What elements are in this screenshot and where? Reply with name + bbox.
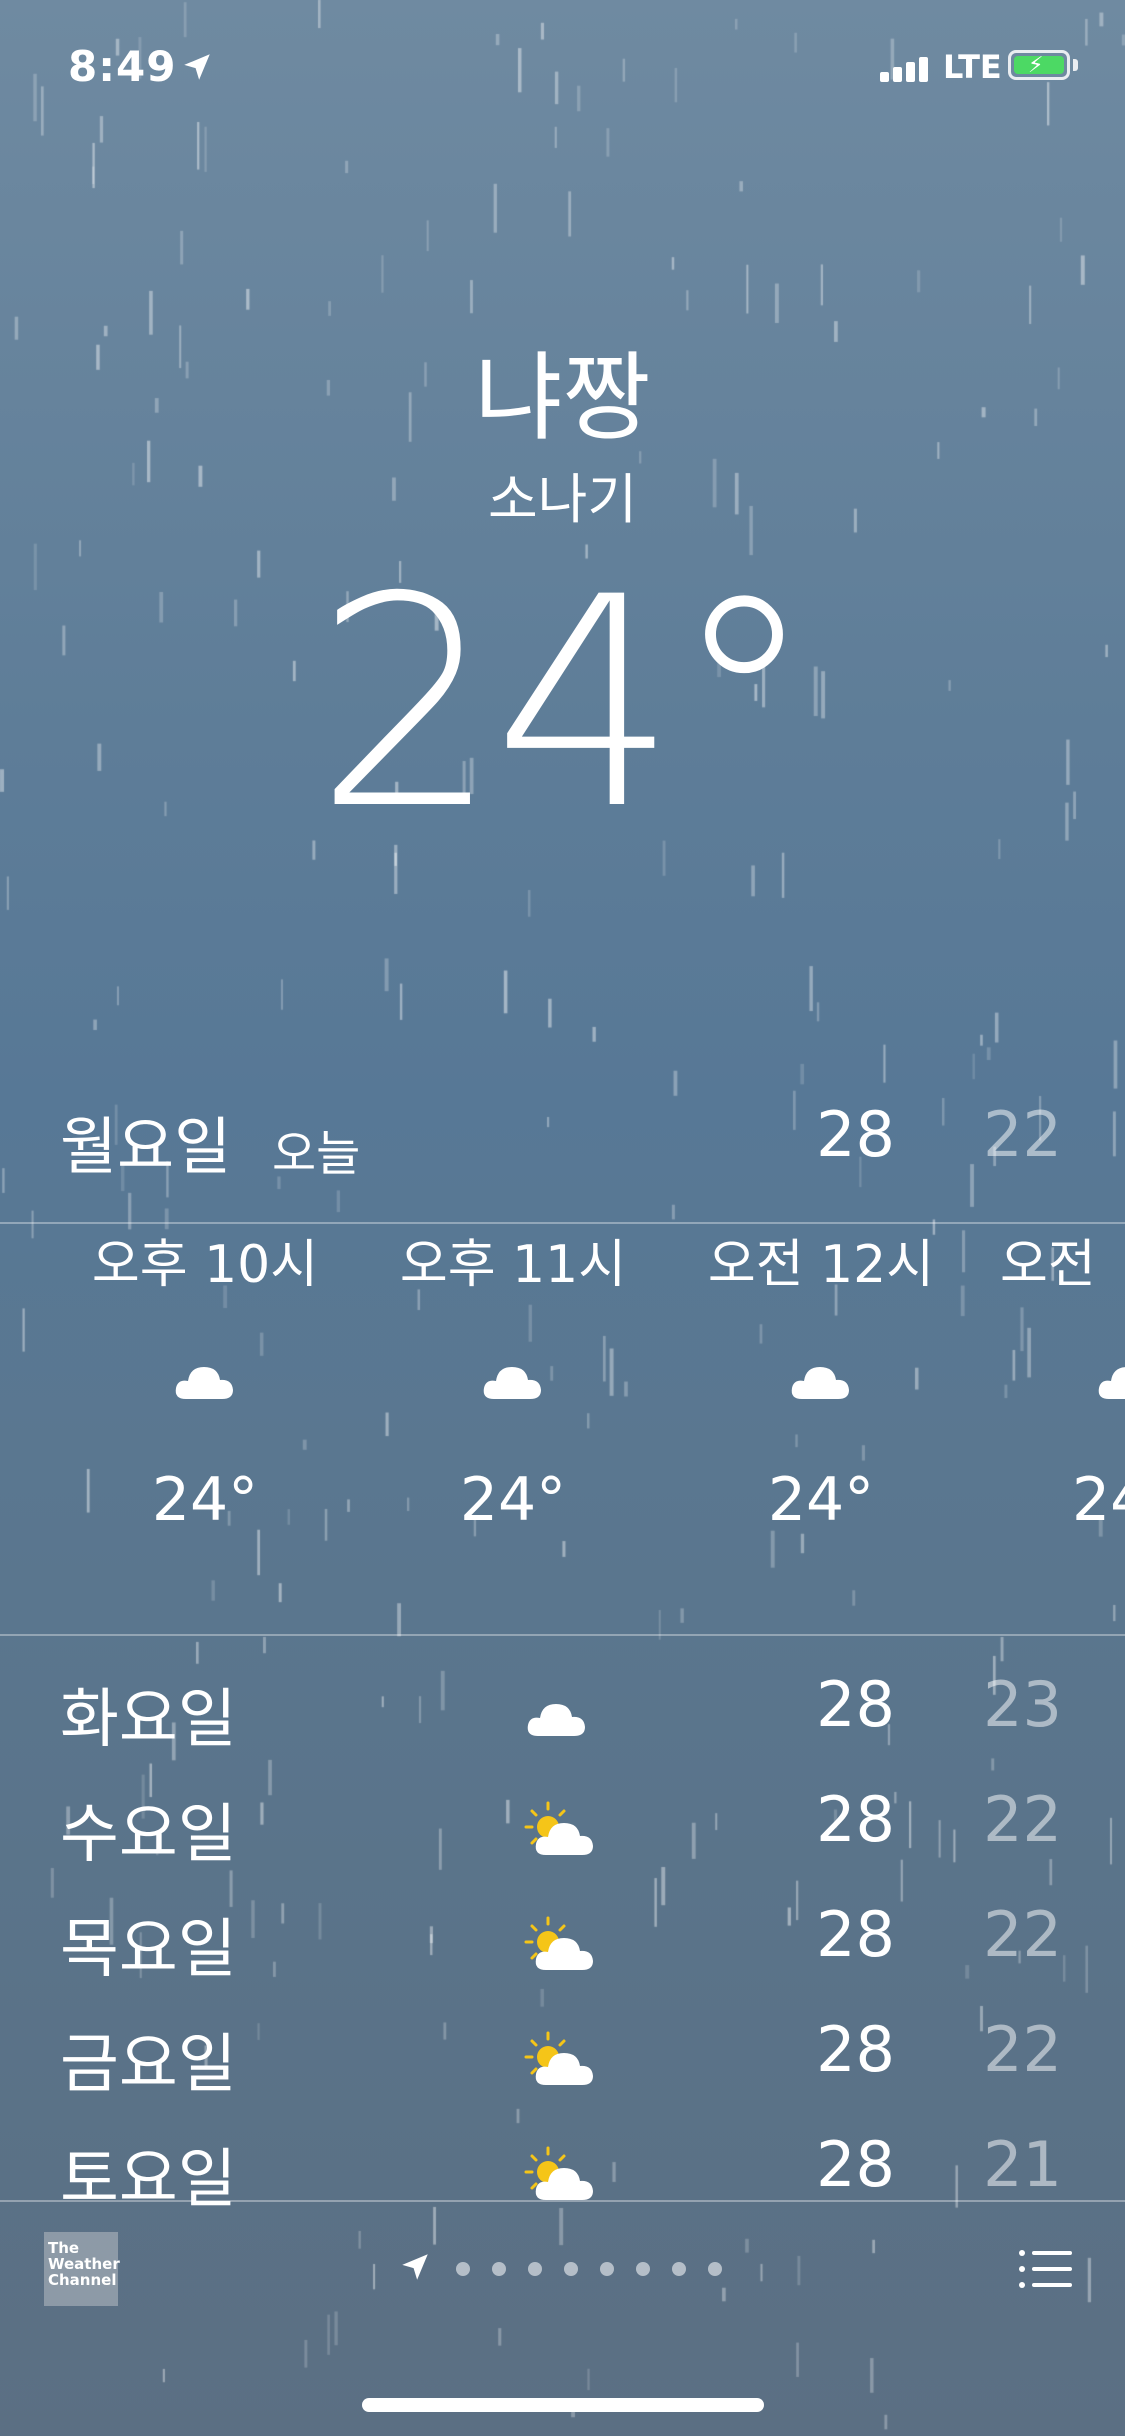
day-high: 28 <box>816 1783 895 1856</box>
day-high: 28 <box>816 1668 895 1741</box>
day-low: 22 <box>983 1898 1062 1971</box>
cloud-icon <box>175 1367 233 1399</box>
day-high: 28 <box>816 1898 895 1971</box>
hour-temp: 24 <box>1072 1465 1125 1535</box>
daily-row: 목요일 28 22 <box>0 1890 1125 2000</box>
today-high: 28 <box>816 1098 895 1171</box>
divider-middle <box>0 1634 1125 1636</box>
hour-label: 오후 11시 <box>399 1235 627 1295</box>
cloud-icon <box>527 1704 585 1736</box>
partly-sunny-icon <box>524 2146 593 2200</box>
logo-text: The Weather Channel <box>48 2239 120 2289</box>
hour-label: 오후 10시 <box>91 1235 319 1295</box>
day-name: 목요일 <box>60 1913 237 1987</box>
divider-bottom <box>0 2200 1125 2202</box>
hourly-item: 오후 10시 24° <box>50 1225 360 1535</box>
day-name: 토요일 <box>60 2143 237 2217</box>
page-dot <box>528 2262 542 2276</box>
today-day: 월요일 <box>60 1110 232 1183</box>
city-list-icon[interactable] <box>1018 2248 1074 2290</box>
daily-row: 수요일 28 22 <box>0 1775 1125 1885</box>
today-label: 오늘 <box>272 1126 361 1182</box>
weather-condition: 소나기 <box>487 468 638 531</box>
hour-label: 오전 12시 <box>707 1235 935 1295</box>
weather-channel-logo[interactable]: The Weather Channel <box>44 2232 120 2306</box>
page-dot <box>672 2262 686 2276</box>
today-low: 22 <box>983 1098 1062 1171</box>
day-name: 화요일 <box>60 1683 237 1757</box>
today-row: 월요일 오늘 28 22 <box>0 1090 1125 1183</box>
partly-sunny-icon <box>524 2031 593 2085</box>
hour-label: 오전 <box>1000 1235 1096 1295</box>
page-dot <box>708 2262 722 2276</box>
hourly-item: 오전 12시 24° <box>666 1225 976 1535</box>
page-dot <box>564 2262 578 2276</box>
hourly-item: 오전 24 <box>1000 1225 1125 1535</box>
status-bar: 8:49 LTE ⚡ <box>0 0 1125 140</box>
page-dot <box>636 2262 650 2276</box>
page-dot <box>600 2262 614 2276</box>
hourly-forecast[interactable]: 오후 10시 24° 오후 11시 24° 오전 12시 24° 오전 24 <box>0 1225 1125 1635</box>
location-arrow-icon <box>184 54 210 80</box>
partly-sunny-icon <box>524 1916 593 1970</box>
hour-temp: 24° <box>151 1465 259 1535</box>
page-dot <box>492 2262 506 2276</box>
day-name: 수요일 <box>60 1798 237 1872</box>
divider-top <box>0 1222 1125 1224</box>
current-location-arrow-icon <box>402 2254 428 2280</box>
day-high: 28 <box>816 2128 895 2201</box>
daily-row: 화요일 28 23 <box>0 1660 1125 1770</box>
network-type: LTE <box>943 48 1002 86</box>
hourly-item: 오후 11시 24° <box>358 1225 668 1535</box>
status-time: 8:49 <box>68 42 177 91</box>
city-name: 냐짱 <box>474 342 651 454</box>
day-low: 23 <box>983 1668 1062 1741</box>
battery-nub <box>1073 59 1078 71</box>
day-low: 22 <box>983 1783 1062 1856</box>
cloud-icon <box>791 1367 849 1399</box>
hour-temp: 24° <box>767 1465 875 1535</box>
day-name: 금요일 <box>60 2028 237 2102</box>
cloud-icon <box>1098 1367 1125 1399</box>
daily-row: 토요일 28 21 <box>0 2120 1125 2230</box>
daily-row: 금요일 28 22 <box>0 2005 1125 2115</box>
day-low: 21 <box>983 2128 1062 2201</box>
day-low: 22 <box>983 2013 1062 2086</box>
current-temperature: 24° <box>314 536 816 873</box>
home-indicator[interactable] <box>362 2398 764 2412</box>
page-dot <box>456 2262 470 2276</box>
partly-sunny-icon <box>524 1801 593 1855</box>
battery-icon: ⚡ <box>1008 50 1070 80</box>
hour-temp: 24° <box>459 1465 567 1535</box>
cloud-icon <box>483 1367 541 1399</box>
day-high: 28 <box>816 2013 895 2086</box>
